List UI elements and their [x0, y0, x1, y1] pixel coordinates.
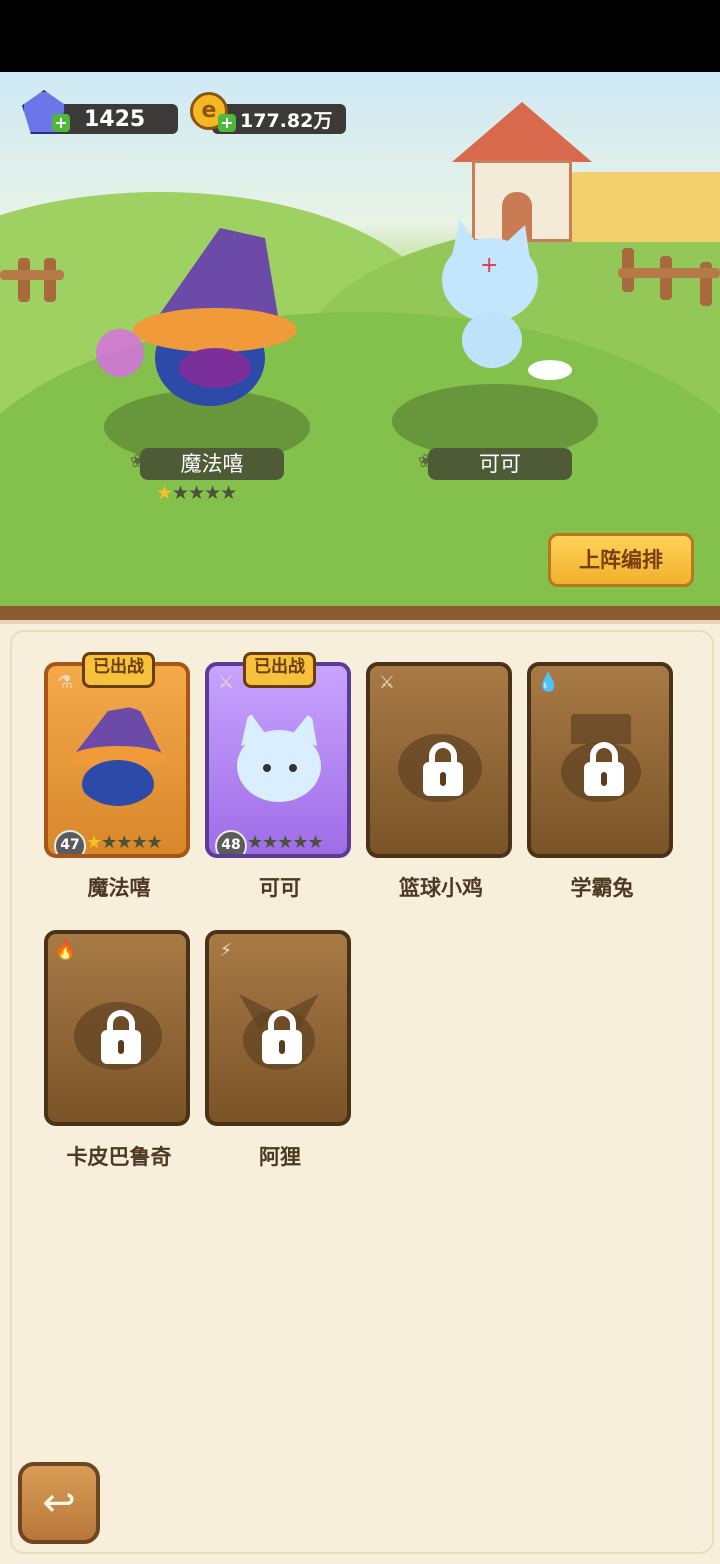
back-arrow-icon: ↩	[42, 1480, 76, 1526]
coin-count: 177.82万	[240, 109, 333, 132]
pet-card-wizard[interactable]: ⚗ 47 ★★★★★	[44, 662, 190, 858]
fence-rail	[0, 270, 64, 280]
card-stars: ★★★★★	[247, 832, 324, 853]
fence-rail	[618, 268, 720, 278]
farmhouse	[452, 102, 592, 242]
fence-post	[18, 258, 30, 302]
team-slot-1-nameplate: 魔法嘻	[140, 448, 284, 480]
pet-name: 卡皮巴鲁奇	[66, 1145, 172, 1169]
pet-card-locked[interactable]: ⚔	[366, 662, 512, 858]
potion-icon: ⚗	[56, 672, 74, 693]
sword-icon: ⚔	[378, 672, 396, 693]
character-shadow	[392, 384, 598, 458]
pet-card-locked[interactable]: 💧	[527, 662, 673, 858]
water-drop-icon: 💧	[537, 672, 560, 693]
pet-card-locked[interactable]: 🔥	[44, 930, 190, 1126]
fire-icon: 🔥	[54, 940, 77, 961]
wizard-character-sprite[interactable]	[90, 228, 310, 418]
gem-count: 1425	[84, 106, 146, 132]
lock-keyhole	[279, 1040, 285, 1054]
sword-icon: ⚔	[217, 672, 235, 693]
pet-name: 阿狸	[259, 1145, 301, 1169]
lock-keyhole	[601, 772, 607, 786]
team-scene: +	[0, 72, 720, 612]
pet-name: 学霸兔	[570, 876, 634, 900]
pet-card-cat[interactable]: ⚔ 48 ★★★★★	[205, 662, 351, 858]
deployed-badge: 已出战	[82, 652, 155, 688]
lock-keyhole	[118, 1040, 124, 1054]
lock-keyhole	[440, 772, 446, 786]
panel-trim	[0, 606, 720, 620]
svg-text:+: +	[480, 253, 498, 278]
fence-post	[660, 256, 672, 300]
level-badge: 47	[54, 830, 86, 854]
pet-card-locked[interactable]: ⚡	[205, 930, 351, 1126]
wizard-portrait	[70, 706, 166, 806]
lightning-icon: ⚡	[219, 940, 233, 961]
fence-post	[44, 258, 56, 302]
level-badge: 48	[215, 830, 247, 854]
team-slot-2-name: 可可	[479, 452, 521, 476]
deployed-badge: 已出战	[243, 652, 316, 688]
cat-portrait	[237, 711, 321, 802]
team-slot-1-stars: ★★★★★	[156, 482, 237, 504]
team-slot-1-name: 魔法嘻	[180, 452, 244, 476]
back-button[interactable]: ↩	[18, 1462, 100, 1544]
pet-name: 可可	[259, 876, 301, 900]
team-slot-2-nameplate: 可可	[428, 448, 572, 480]
lineup-edit-button[interactable]: 上阵编排	[548, 533, 694, 587]
cat-character-sprite[interactable]: +	[430, 220, 580, 390]
card-stars: ★★★★★	[86, 832, 163, 853]
add-coins-button[interactable]: +	[218, 114, 236, 132]
pet-name: 篮球小鸡	[399, 876, 483, 900]
pet-name: 魔法嘻	[87, 876, 151, 900]
add-gems-button[interactable]: +	[52, 114, 70, 132]
status-bar	[0, 0, 720, 72]
